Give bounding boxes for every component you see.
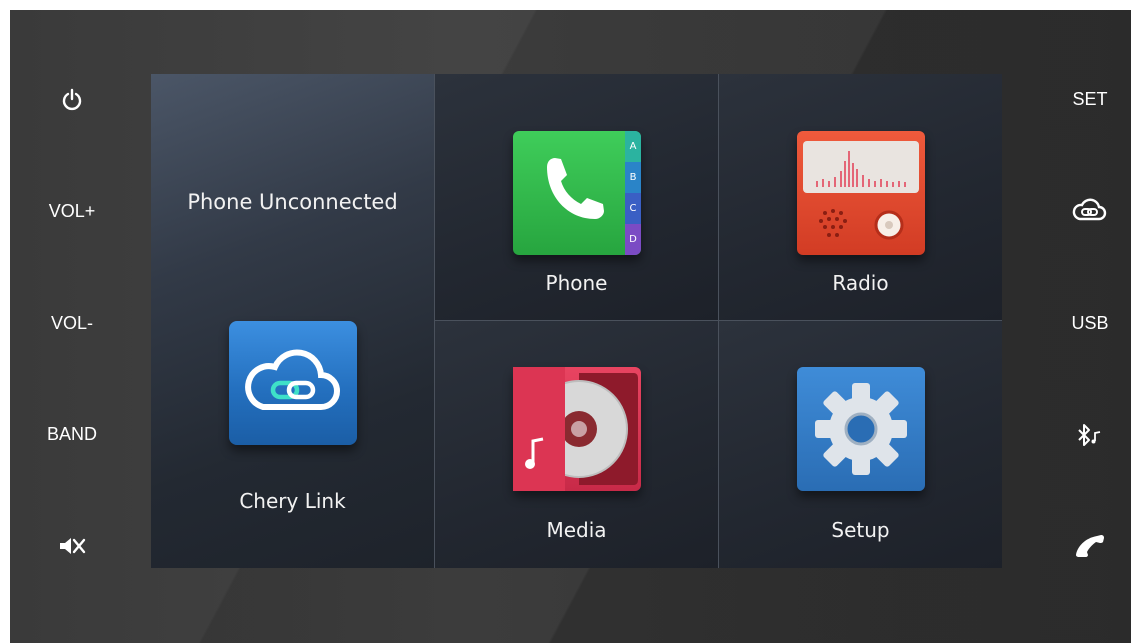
phone-handset-icon: [1076, 535, 1104, 557]
index-tab-c: C: [625, 193, 641, 224]
call-button[interactable]: [1068, 530, 1112, 562]
setup-label: Setup: [831, 518, 890, 542]
cloud-link-icon: [1072, 198, 1107, 221]
usb-button[interactable]: USB: [1058, 310, 1122, 336]
radio-label: Radio: [832, 271, 889, 295]
gear-icon: [797, 367, 925, 491]
phone-tile[interactable]: A B C D Phone: [435, 74, 718, 320]
media-disc-icon: [513, 367, 641, 491]
link-button[interactable]: [1066, 194, 1114, 226]
phone-label: Phone: [545, 271, 608, 295]
index-tab-a: A: [625, 131, 641, 162]
mute-icon: [60, 538, 86, 554]
vol-down-label: VOL-: [50, 312, 93, 333]
index-tab-d: D: [625, 224, 641, 255]
vol-up-label: VOL+: [48, 200, 96, 221]
set-button[interactable]: SET: [1058, 86, 1122, 112]
band-label: BAND: [46, 423, 97, 444]
media-tile[interactable]: Media: [435, 321, 718, 568]
set-label: SET: [1072, 88, 1108, 109]
vol-up-button[interactable]: VOL+: [40, 198, 104, 224]
vol-down-button[interactable]: VOL-: [40, 310, 104, 336]
power-icon: [62, 88, 82, 111]
mute-button[interactable]: [50, 532, 94, 560]
chery-link-tile[interactable]: Phone Unconnected Chery Link: [151, 74, 434, 568]
usb-label: USB: [1071, 312, 1109, 333]
home-screen: Phone Unconnected Chery Link A B C D Pho…: [151, 74, 1002, 568]
setup-tile[interactable]: Setup: [719, 321, 1002, 568]
bluetooth-music-button[interactable]: [1068, 420, 1112, 450]
chery-link-label: Chery Link: [239, 489, 346, 513]
power-button[interactable]: [52, 84, 92, 116]
radio-icon: [797, 131, 925, 255]
band-button[interactable]: BAND: [36, 421, 108, 447]
cloud-link-icon: [229, 321, 357, 445]
phone-status-text: Phone Unconnected: [187, 190, 398, 214]
index-tab-b: B: [625, 162, 641, 193]
radio-tile[interactable]: Radio: [719, 74, 1002, 320]
bluetooth-music-icon: [1078, 424, 1101, 446]
media-label: Media: [546, 518, 607, 542]
phone-contacts-icon: A B C D: [513, 131, 641, 255]
